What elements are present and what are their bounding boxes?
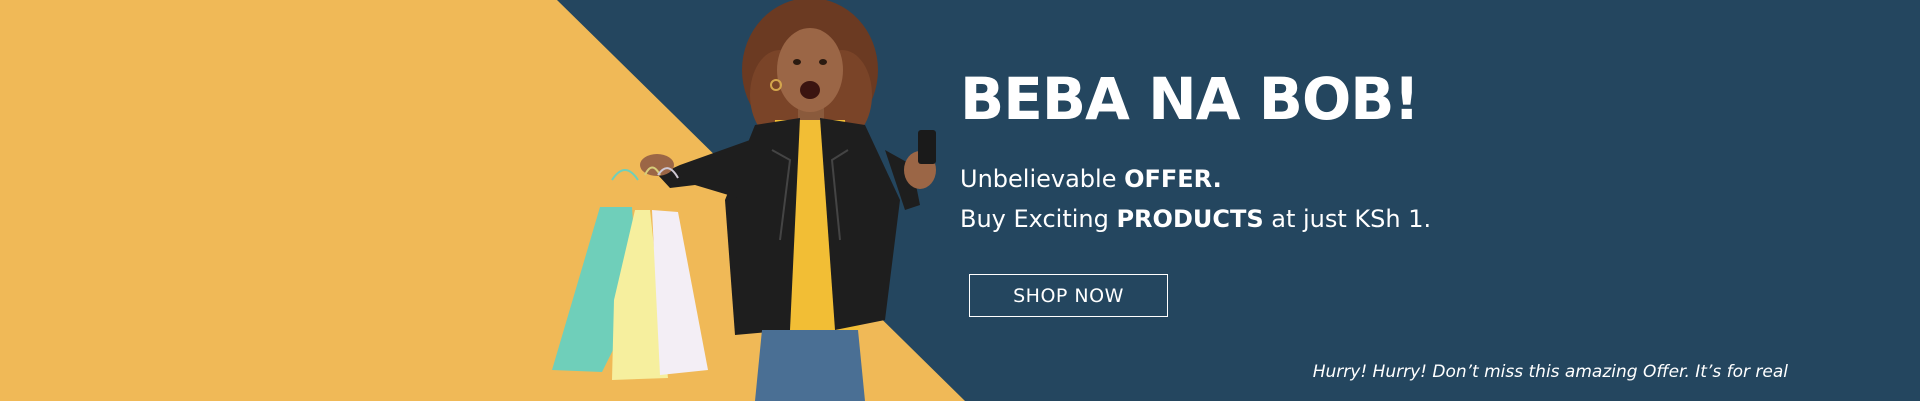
price-subline: Buy Exciting PRODUCTS at just KSh 1.: [960, 205, 1431, 234]
price-subline-text-a: Buy Exciting: [960, 205, 1117, 233]
offer-subline-emphasis: OFFER.: [1124, 165, 1222, 193]
headline: BEBA NA BOB!: [960, 65, 1420, 133]
phone-icon: [918, 130, 936, 164]
woman-with-shopping-bags-image: [552, 0, 936, 401]
promo-banner: BEBA NA BOB! Unbelievable OFFER. Buy Exc…: [0, 0, 1920, 401]
shop-now-button[interactable]: SHOP NOW: [969, 274, 1168, 317]
offer-subline: Unbelievable OFFER.: [960, 165, 1222, 194]
tagline: Hurry! Hurry! Don’t miss this amazing Of…: [1312, 362, 1788, 382]
price-subline-emphasis: PRODUCTS: [1116, 205, 1264, 233]
price-subline-text-b: at just KSh 1.: [1263, 205, 1432, 233]
shopping-bags-icon: [552, 166, 708, 380]
offer-subline-text: Unbelievable: [960, 165, 1125, 193]
